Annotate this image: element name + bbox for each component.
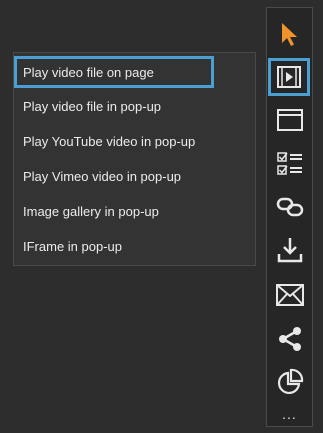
menu-item-play-video-popup[interactable]: Play video file in pop-up — [14, 90, 255, 122]
menu-item-label: Play Vimeo video in pop-up — [23, 168, 182, 184]
tool-link-button[interactable] — [267, 188, 312, 226]
tool-video-button[interactable] — [268, 58, 310, 96]
right-toolbar: ... — [266, 7, 313, 427]
share-icon — [278, 327, 301, 351]
more-tools-indicator[interactable]: ... — [267, 407, 312, 421]
video-play-icon — [277, 66, 301, 88]
tool-chart-button[interactable] — [267, 363, 312, 401]
menu-item-iframe-popup[interactable]: IFrame in pop-up — [14, 230, 255, 262]
menu-item-label: Image gallery in pop-up — [23, 203, 159, 219]
menu-item-label: IFrame in pop-up — [23, 238, 122, 254]
link-icon — [276, 197, 303, 217]
editor-canvas: Play video file on page Play video file … — [0, 0, 323, 433]
tool-checklist-button[interactable] — [267, 145, 312, 183]
menu-item-label: Play video file in pop-up — [23, 98, 162, 114]
tool-email-button[interactable] — [267, 276, 312, 314]
envelope-icon — [275, 284, 304, 306]
checklist-icon — [276, 152, 302, 175]
menu-item-play-vimeo-popup[interactable]: Play Vimeo video in pop-up — [14, 160, 255, 192]
tool-download-button[interactable] — [267, 231, 312, 269]
download-icon — [277, 238, 302, 263]
menu-item-play-youtube-popup[interactable]: Play YouTube video in pop-up — [14, 125, 255, 157]
cursor-arrow-icon — [281, 23, 297, 46]
pie-chart-icon — [277, 368, 303, 395]
tool-window-button[interactable] — [267, 101, 312, 139]
menu-item-label: Play video file on page — [23, 64, 154, 80]
window-icon — [276, 109, 303, 131]
menu-item-label: Play YouTube video in pop-up — [23, 133, 196, 149]
tool-share-button[interactable] — [267, 320, 312, 358]
video-action-menu: Play video file on page Play video file … — [13, 52, 256, 266]
menu-item-image-gallery-popup[interactable]: Image gallery in pop-up — [14, 195, 255, 227]
menu-item-play-video-on-page[interactable]: Play video file on page — [14, 56, 214, 88]
tool-select-button[interactable] — [267, 15, 312, 53]
